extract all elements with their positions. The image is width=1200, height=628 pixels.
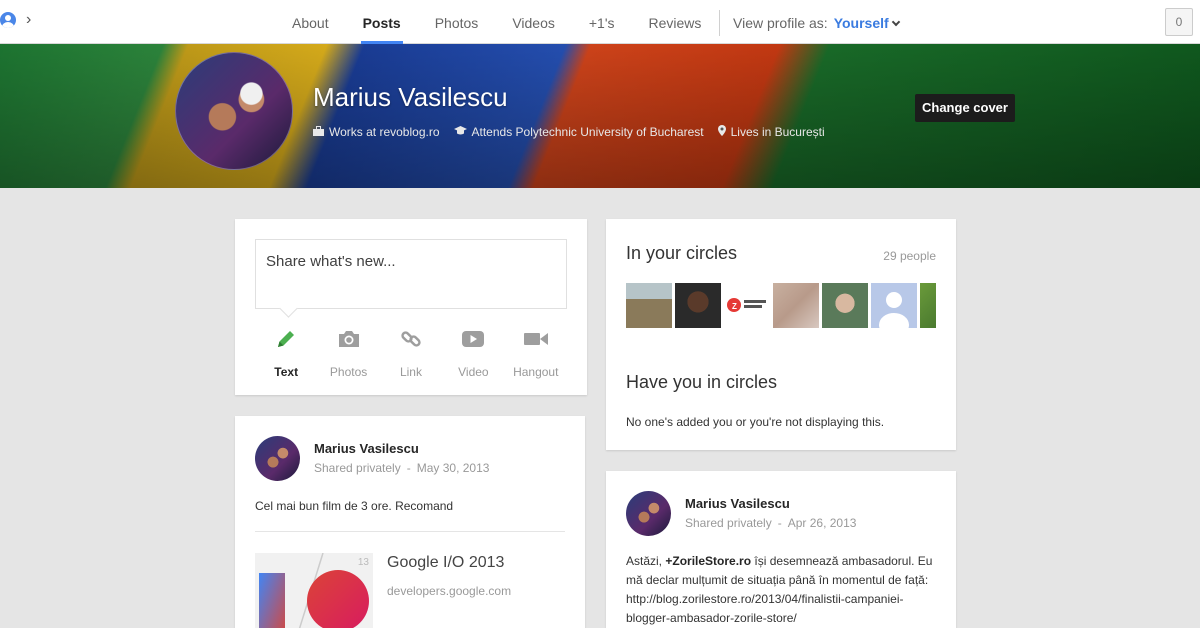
have-you-in-circles-title: Have you in circles <box>626 372 778 392</box>
share-photos-label: Photos <box>329 365 368 379</box>
location-info: Lives in București <box>717 125 825 139</box>
author-avatar[interactable] <box>626 491 671 536</box>
share-video-button[interactable]: Video <box>442 327 504 379</box>
tab-plus-ones[interactable]: +1's <box>572 0 632 44</box>
author-avatar[interactable] <box>255 436 300 481</box>
circle-person-avatar[interactable]: Z <box>724 283 770 328</box>
pencil-icon <box>255 327 317 351</box>
work-info: Works at revoblog.ro <box>313 125 440 139</box>
share-video-label: Video <box>458 365 489 379</box>
post-date[interactable]: May 30, 2013 <box>417 461 490 475</box>
profile-name: Marius Vasilescu <box>313 82 508 112</box>
tab-photos[interactable]: Photos <box>418 0 496 44</box>
post-text-prefix: Astăzi, <box>626 554 666 568</box>
share-box-card: Share what's new... Text Photos Link Vid… <box>235 219 587 395</box>
post-text: Astăzi, +ZorileStore.ro își desemnează a… <box>626 552 942 628</box>
map-pin-icon <box>717 125 726 139</box>
notification-count-button[interactable]: 0 <box>1165 8 1193 36</box>
top-navigation-bar: › About Posts Photos Videos +1's Reviews… <box>0 0 1200 44</box>
circle-person-avatar[interactable] <box>626 283 672 328</box>
post-card: Marius Vasilescu Shared privately - Apr 26… <box>606 471 956 628</box>
circle-faces: Z <box>626 283 936 328</box>
meta-separator: - <box>777 516 782 530</box>
post-card: Marius Vasilescu Shared privately - May 30… <box>235 416 585 628</box>
post-date[interactable]: Apr 26, 2013 <box>788 516 857 530</box>
share-text-label: Text <box>274 365 299 379</box>
tab-posts[interactable]: Posts <box>346 0 418 44</box>
video-play-icon <box>442 327 504 351</box>
post-author[interactable]: Marius Vasilescu <box>314 441 419 456</box>
link-badge: 13 <box>357 557 369 568</box>
have-you-in-circles-text: No one's added you or you're not display… <box>626 415 885 429</box>
tab-reviews[interactable]: Reviews <box>632 0 719 44</box>
circles-people-count[interactable]: 29 people <box>883 249 936 263</box>
google-io-logo-icon <box>259 553 369 628</box>
share-link-label: Link <box>399 365 422 379</box>
view-as-value[interactable]: Yourself <box>834 15 889 31</box>
share-link-button[interactable]: Link <box>380 327 442 379</box>
share-hangout-button[interactable]: Hangout <box>505 327 567 379</box>
graduation-cap-icon <box>453 125 467 139</box>
post-meta: Shared privately - May 30, 2013 <box>314 461 489 475</box>
circles-card: In your circles 29 people Z Have you in … <box>606 219 956 450</box>
in-your-circles-title[interactable]: In your circles <box>626 243 737 264</box>
education-info: Attends Polytechnic University of Buchar… <box>453 125 704 139</box>
meta-separator: - <box>406 461 411 475</box>
link-title[interactable]: Google I/O 2013 <box>387 554 504 572</box>
camera-icon <box>317 327 379 351</box>
link-thumbnail[interactable]: 13 <box>255 553 373 628</box>
share-input[interactable]: Share what's new... <box>255 239 567 309</box>
change-cover-button[interactable]: Change cover <box>915 94 1015 122</box>
circle-person-avatar[interactable] <box>920 283 936 328</box>
share-photos-button[interactable]: Photos <box>317 327 379 379</box>
education-text: Attends Polytechnic University of Buchar… <box>471 125 704 139</box>
share-actions: Text Photos Link Video Hangout <box>255 327 567 379</box>
tab-videos[interactable]: Videos <box>495 0 572 44</box>
post-text: Cel mai bun film de 3 ore. Recomand <box>255 499 454 513</box>
profile-avatar[interactable] <box>175 52 293 170</box>
post-visibility[interactable]: Shared privately <box>314 461 401 475</box>
share-text-button[interactable]: Text <box>255 327 317 379</box>
nav-divider <box>719 10 720 36</box>
post-divider <box>255 531 565 532</box>
person-icon <box>0 12 16 28</box>
view-as-label: View profile as: <box>733 15 828 31</box>
post-author[interactable]: Marius Vasilescu <box>685 496 790 511</box>
link-domain[interactable]: developers.google.com <box>387 584 511 598</box>
briefcase-icon <box>313 125 324 139</box>
chevron-right-icon: › <box>26 11 32 28</box>
location-text: Lives in București <box>730 125 825 139</box>
profile-meta: Works at revoblog.ro Attends Polytechnic… <box>313 125 825 139</box>
circle-person-avatar[interactable] <box>822 283 868 328</box>
profile-tabs: About Posts Photos Videos +1's Reviews <box>275 0 718 44</box>
work-text: Works at revoblog.ro <box>329 125 440 139</box>
svg-text:Z: Z <box>732 302 737 311</box>
post-mention-link[interactable]: +ZorileStore.ro <box>665 554 751 568</box>
circle-person-avatar[interactable] <box>871 283 917 328</box>
share-hangout-label: Hangout <box>513 365 559 379</box>
circle-person-avatar[interactable] <box>675 283 721 328</box>
circle-person-avatar[interactable] <box>773 283 819 328</box>
video-camera-icon <box>505 327 567 351</box>
post-visibility[interactable]: Shared privately <box>685 516 772 530</box>
chevron-down-icon <box>891 17 900 27</box>
post-meta: Shared privately - Apr 26, 2013 <box>685 516 856 530</box>
tab-about[interactable]: About <box>275 0 346 44</box>
account-switcher[interactable]: › <box>0 12 31 28</box>
link-icon <box>380 327 442 351</box>
view-profile-as[interactable]: View profile as: Yourself <box>733 15 900 31</box>
